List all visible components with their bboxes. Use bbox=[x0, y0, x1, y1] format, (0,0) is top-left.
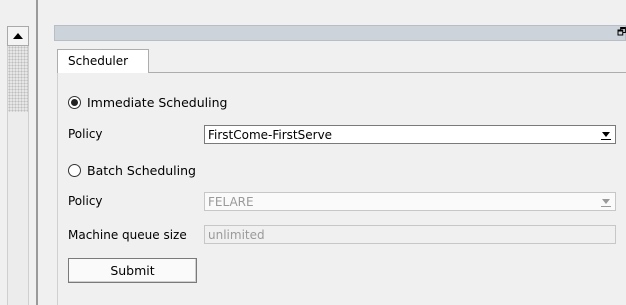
scroll-thumb[interactable] bbox=[8, 46, 28, 112]
immediate-policy-select[interactable]: FirstCome-FirstServe bbox=[204, 125, 616, 144]
pane-divider[interactable] bbox=[36, 0, 38, 305]
machine-queue-size-label: Machine queue size bbox=[68, 228, 187, 242]
immediate-scheduling-option[interactable]: Immediate Scheduling bbox=[68, 93, 227, 111]
chevron-down-icon[interactable] bbox=[601, 199, 611, 207]
batch-scheduling-option[interactable]: Batch Scheduling bbox=[68, 161, 196, 179]
immediate-scheduling-radio[interactable] bbox=[68, 95, 81, 109]
machine-queue-size-field[interactable]: unlimited bbox=[204, 225, 616, 244]
dock-title-bar[interactable] bbox=[54, 25, 626, 41]
immediate-policy-value: FirstCome-FirstServe bbox=[208, 128, 333, 142]
batch-policy-label: Policy bbox=[68, 194, 103, 208]
scroll-up-arrow-icon[interactable] bbox=[7, 26, 29, 46]
tab-scheduler[interactable]: Scheduler bbox=[57, 49, 149, 73]
immediate-policy-label: Policy bbox=[68, 127, 103, 141]
batch-policy-select[interactable]: FELARE bbox=[204, 192, 616, 211]
chevron-down-icon[interactable] bbox=[601, 132, 611, 140]
batch-policy-value: FELARE bbox=[208, 195, 254, 209]
restore-window-icon[interactable]: 🗗 bbox=[617, 27, 626, 38]
immediate-scheduling-label: Immediate Scheduling bbox=[87, 94, 228, 110]
submit-button[interactable]: Submit bbox=[68, 258, 197, 283]
batch-scheduling-label: Batch Scheduling bbox=[87, 162, 196, 178]
batch-scheduling-radio[interactable] bbox=[68, 163, 81, 177]
